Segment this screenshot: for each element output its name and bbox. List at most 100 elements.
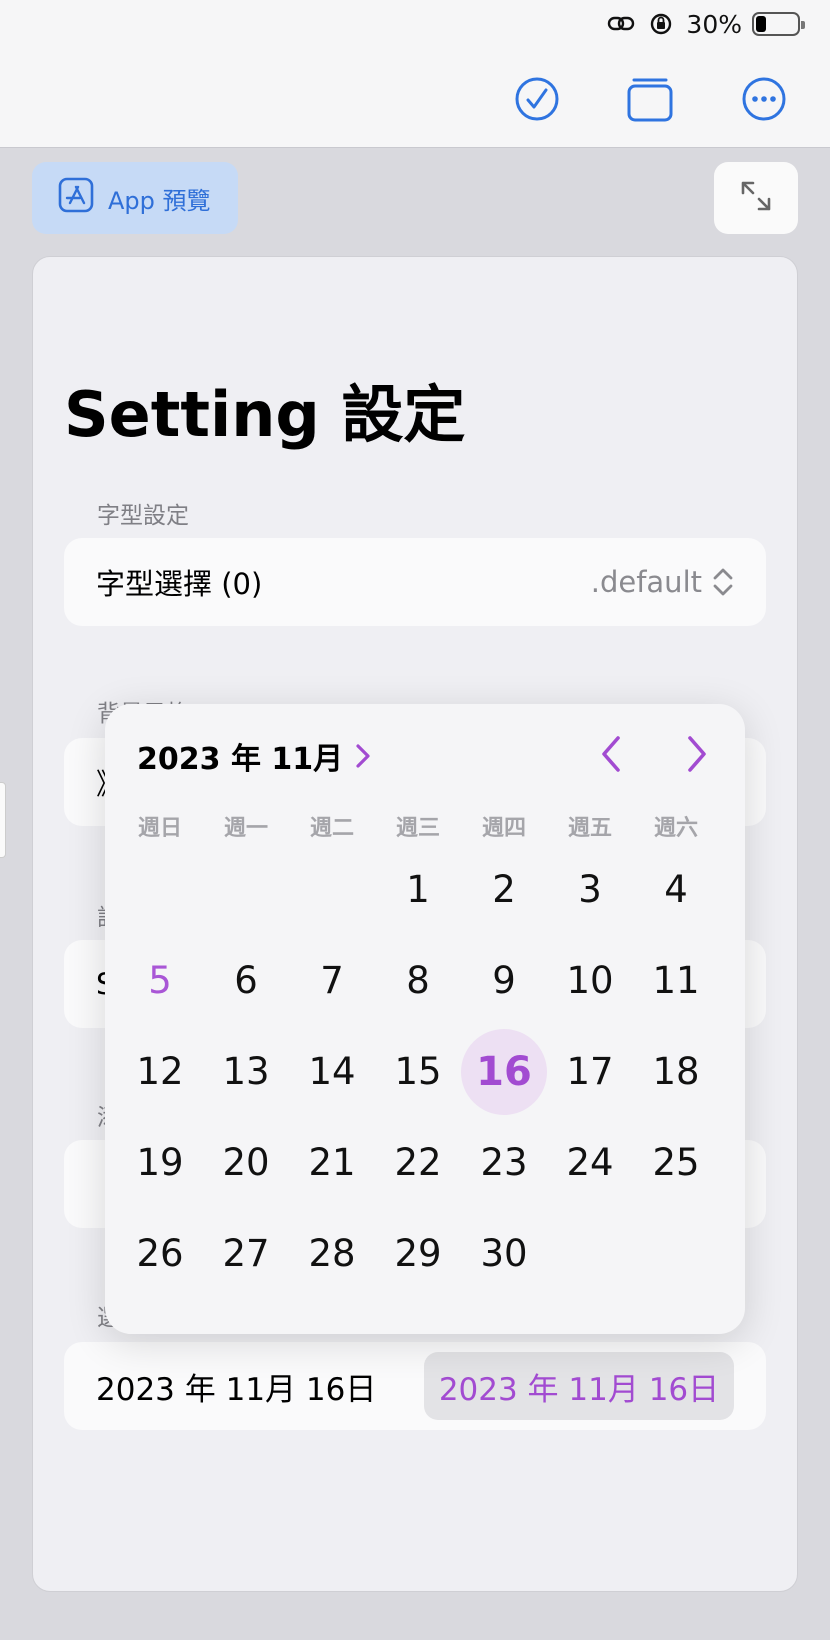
day-cell-28[interactable]: 28 [289,1208,375,1299]
day-cell-10[interactable]: 10 [547,935,633,1026]
day-cell-14[interactable]: 14 [289,1026,375,1117]
status-bar: 30% [606,8,805,40]
chevron-right-icon [356,744,370,768]
font-select-label: 字型選擇 (0) [96,567,263,601]
day-number: 1 [406,868,430,911]
day-number: 20 [222,1141,270,1184]
day-cell-2[interactable]: 2 [461,844,547,935]
day-cell-22[interactable]: 22 [375,1117,461,1208]
day-cell-19[interactable]: 19 [117,1117,203,1208]
day-number: 28 [308,1232,356,1275]
empty-day-cell [289,844,375,935]
day-number: 2 [492,868,516,911]
day-cell-6[interactable]: 6 [203,935,289,1026]
month-year-button[interactable]: 2023 年 11月 [137,734,373,778]
weekday-header: 週日 週一 週二 週三 週四 週五 週六 [117,810,721,842]
day-cell-24[interactable]: 24 [547,1117,633,1208]
day-cell-29[interactable]: 29 [375,1208,461,1299]
day-number: 17 [566,1050,614,1093]
day-cell-30[interactable]: 30 [461,1208,547,1299]
weekday-label: 週二 [309,816,354,841]
day-number: 15 [394,1050,442,1093]
day-cell-20[interactable]: 20 [203,1117,289,1208]
prev-month-button[interactable] [591,734,631,774]
battery-icon [752,12,805,36]
month-title: 2023 年 11月 [137,742,344,777]
font-value-text: .default [590,565,702,599]
calendar-popover: 2023 年 11月 週日 週一 週二 週三 週四 週五 週六 12345678… [105,704,745,1334]
app-preview-label: App 預覽 [108,186,211,215]
battery-percent: 30% [686,9,742,39]
side-handle[interactable] [0,782,6,858]
day-number: 10 [566,959,614,1002]
day-cell-23[interactable]: 23 [461,1117,547,1208]
day-cell-13[interactable]: 13 [203,1026,289,1117]
day-number: 25 [652,1141,700,1184]
day-number: 12 [136,1050,184,1093]
app-store-icon [58,177,94,219]
day-number: 16 [476,1048,532,1095]
weekday-label: 週五 [567,816,612,841]
app-preview-button[interactable]: App 預覽 [32,162,238,234]
day-number: 22 [394,1141,442,1184]
day-number: 9 [492,959,516,1002]
checkmark-circle-icon[interactable] [513,75,561,123]
day-cell-17[interactable]: 17 [547,1026,633,1117]
day-number: 24 [566,1141,614,1184]
day-number: 3 [578,868,602,911]
date-picker-button[interactable]: 2023 年 11月 16日 [424,1352,734,1420]
day-number: 5 [148,959,172,1002]
day-number: 7 [320,959,344,1002]
day-number: 26 [136,1232,184,1275]
link-icon [606,11,636,37]
day-cell-9[interactable]: 9 [461,935,547,1026]
expand-arrows-icon [739,179,773,217]
day-cell-11[interactable]: 11 [633,935,719,1026]
day-number: 21 [308,1141,356,1184]
day-cell-3[interactable]: 3 [547,844,633,935]
day-number: 4 [664,868,688,911]
day-cell-5[interactable]: 5 [117,935,203,1026]
day-number: 19 [136,1141,184,1184]
day-cell-1[interactable]: 1 [375,844,461,935]
day-cell-12[interactable]: 12 [117,1026,203,1117]
empty-day-cell [203,844,289,935]
day-number: 29 [394,1232,442,1275]
rotation-lock-icon [646,11,676,37]
chevron-left-icon [602,736,620,772]
font-select-row[interactable]: 字型選擇 (0) .default [64,538,766,626]
day-cell-7[interactable]: 7 [289,935,375,1026]
day-number: 6 [234,959,258,1002]
more-circle-icon[interactable] [740,75,788,123]
day-number: 18 [652,1050,700,1093]
date-row: 2023 年 11月 16日 2023 年 11月 16日 [64,1342,766,1430]
top-toolbar: 30% [0,0,830,148]
day-cell-4[interactable]: 4 [633,844,719,935]
day-cell-8[interactable]: 8 [375,935,461,1026]
day-number: 8 [406,959,430,1002]
date-row-label: 2023 年 11月 16日 [96,1371,377,1408]
day-cell-16[interactable]: 16 [461,1026,547,1117]
day-cell-15[interactable]: 15 [375,1026,461,1117]
day-cell-18[interactable]: 18 [633,1026,719,1117]
chevron-right-icon [688,736,706,772]
day-grid: 1 2 3 4 5 6 7 8 9 10 11 12 13 14 15 16 17 18 19 20 21 22 23 24 2… [117,844,721,1299]
day-number: 14 [308,1050,356,1093]
day-cell-27[interactable]: 27 [203,1208,289,1299]
next-month-button[interactable] [677,734,717,774]
weekday-label: 週四 [481,816,526,841]
day-number: 23 [480,1141,528,1184]
expand-button[interactable] [714,162,798,234]
chevron-updown-icon [713,568,733,596]
day-cell-21[interactable]: 21 [289,1117,375,1208]
day-number: 13 [222,1050,270,1093]
day-cell-25[interactable]: 25 [633,1117,719,1208]
day-cell-26[interactable]: 26 [117,1208,203,1299]
day-number: 11 [652,959,700,1002]
font-select-value[interactable]: .default [591,565,734,599]
weekday-label: 週日 [137,816,182,841]
stack-icon[interactable] [626,75,674,123]
empty-day-cell [117,844,203,935]
day-number: 30 [480,1232,528,1275]
weekday-label: 週一 [223,816,268,841]
